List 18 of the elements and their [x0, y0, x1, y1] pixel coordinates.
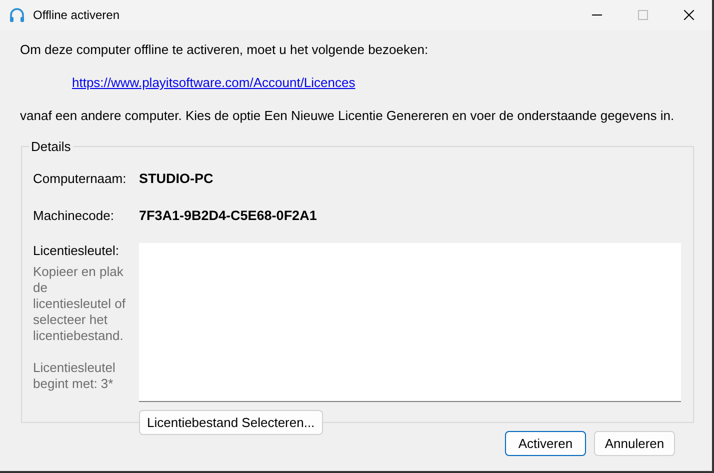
field-label: Licentiesleutel: — [33, 243, 120, 258]
group-title: Details — [30, 139, 72, 154]
field-value: 7F3A1-9B2D4-C5E68-0F2A1 — [139, 208, 317, 223]
license-key-field[interactable] — [139, 243, 681, 402]
field-label: Computernaam: — [33, 171, 128, 186]
headphones-icon — [9, 7, 25, 23]
field-label: Machinecode: — [33, 208, 115, 223]
hint-text: Licentiesleutel begint met: 3* — [33, 360, 116, 392]
intro-text: Om deze computer offline te activeren, moet u het volgende bezoeken: — [20, 42, 430, 57]
instructions-text: vanaf een andere computer. Kies de optie Een Nieuwe Licentie Genereren en voer de onderstaande gegevens in. — [20, 108, 676, 123]
hint-text: Kopieer en plak de licentiesleutel of selecteer het licentiebestand. — [33, 264, 126, 344]
field-value: STUDIO-PC — [139, 171, 214, 186]
select-file-button[interactable]: Licentiebestand Selecteren... — [139, 410, 323, 435]
close-icon[interactable] — [684, 10, 694, 20]
activate-button[interactable]: Activeren — [505, 431, 586, 456]
window-title: Offline activeren — [33, 8, 120, 22]
licences-link[interactable]: https://www.playitsoftware.com/Account/Licences — [72, 75, 356, 90]
cancel-button[interactable]: Annuleren — [594, 431, 675, 456]
